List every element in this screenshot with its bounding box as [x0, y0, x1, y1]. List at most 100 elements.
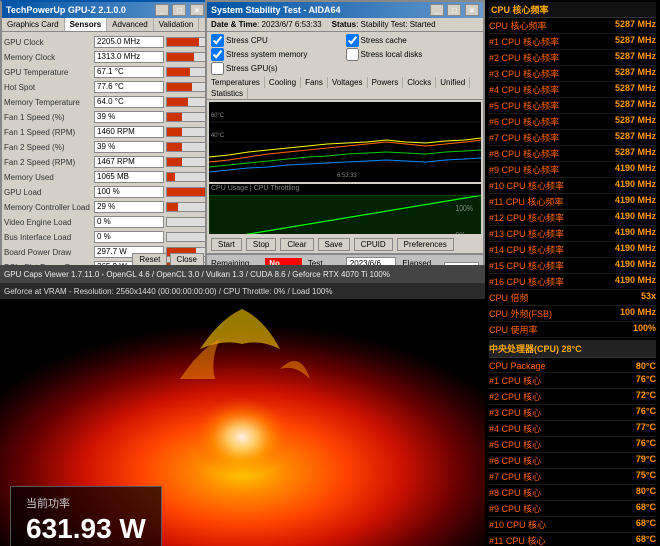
gpuz-row-label: Memory Clock — [4, 53, 94, 62]
cpu-info-row: #10 CPU 核心频率4190 MHz — [489, 178, 656, 194]
stability-tab-fans[interactable]: Fans — [301, 77, 328, 88]
gpuz-row: GPU Clock2205.0 MHz — [4, 35, 206, 49]
gpuz-tabs: Graphics CardSensorsAdvancedValidation — [2, 18, 208, 32]
test-option-stress-gpu(s)[interactable]: Stress GPU(s) — [211, 62, 345, 75]
stability-nav-start-btn[interactable]: Start — [211, 238, 242, 251]
cpu-row-value: 75°C — [636, 470, 656, 483]
stability-tab-clocks[interactable]: Clocks — [403, 77, 436, 88]
stability-nav-cpuid-btn[interactable]: CPUID — [354, 238, 393, 251]
cpu-row-value: 5287 MHz — [615, 115, 656, 128]
status-section: Status: Stability Test: Started — [332, 20, 436, 29]
test-option-checkbox[interactable] — [211, 48, 224, 61]
gpuz-bar — [166, 112, 206, 122]
cpu-row-label: #5 CPU 核心 — [489, 438, 541, 451]
gpuz-row: Memory Used1065 MB — [4, 170, 206, 184]
stability-close-btn[interactable]: × — [465, 4, 479, 16]
stability-tab-statistics[interactable]: Statistics — [207, 88, 248, 99]
gpuz-row-value: 1065 MB — [94, 171, 164, 183]
stability-tab-unified[interactable]: Unified — [436, 77, 470, 88]
stability-nav-stop-btn[interactable]: Stop — [246, 238, 276, 251]
gpuz-tab-advanced[interactable]: Advanced — [107, 18, 154, 31]
test-option-stress-cpu[interactable]: Stress CPU — [211, 34, 345, 47]
bottom-info-bar: GPU Caps Viewer 1.7.11.0 - OpenGL 4.6 / … — [0, 265, 485, 283]
cpu-info-row: #2 CPU 核心频率5287 MHz — [489, 50, 656, 66]
cpu-row-label: #16 CPU 核心频率 — [489, 275, 564, 288]
gpuz-bar — [166, 157, 206, 167]
stability-nav-bar: Start Stop Clear Save CPUID Preferences — [207, 236, 483, 254]
cpu-info-row: #11 CPU 核心68°C — [489, 533, 656, 546]
cpu-row-value: 80°C — [636, 361, 656, 371]
cpu-row-label: #11 CPU 核心 — [489, 534, 545, 546]
cpu-row-label: #9 CPU 核心 — [489, 502, 541, 515]
gpuz-row-value: 77.6 °C — [94, 81, 164, 93]
cpu-row-value: 5287 MHz — [615, 147, 656, 160]
gpuz-row: Fan 2 Speed (%)39 % — [4, 140, 206, 154]
cpu-info-row: #2 CPU 核心72°C — [489, 389, 656, 405]
svg-text:0%: 0% — [455, 231, 465, 234]
gpuz-row: GPU Load100 % — [4, 185, 206, 199]
test-option-stress-cache[interactable]: Stress cache — [346, 34, 480, 47]
main-area: TechPowerUp GPU-Z 2.1.0.0 _ □ × Graphics… — [0, 0, 485, 546]
gpuz-bar — [166, 97, 206, 107]
cpu-row-value: 68°C — [636, 518, 656, 531]
test-option-checkbox[interactable] — [211, 62, 224, 75]
gpuz-titlebar: TechPowerUp GPU-Z 2.1.0.0 _ □ × — [2, 2, 208, 18]
cpu-info-row: #3 CPU 核心76°C — [489, 405, 656, 421]
gpuz-tab-sensors[interactable]: Sensors — [65, 18, 108, 31]
cpu-row-label: #1 CPU 核心频率 — [489, 35, 559, 48]
stability-tabs: TemperaturesCoolingFansVoltagesPowersClo… — [207, 77, 483, 100]
cpu-row-value: 4190 MHz — [615, 259, 656, 272]
gpuz-title: TechPowerUp GPU-Z 2.1.0.0 — [6, 5, 126, 15]
cpu-info-row: #16 CPU 核心频率4190 MHz — [489, 274, 656, 290]
cpu-info-row: #8 CPU 核心80°C — [489, 485, 656, 501]
gpuz-tab-graphics-card[interactable]: Graphics Card — [2, 18, 65, 31]
cpu-info-row: #8 CPU 核心频率5287 MHz — [489, 146, 656, 162]
cpu-freq-header: CPU 核心频率 — [489, 2, 656, 18]
stability-nav-save-btn[interactable]: Save — [318, 238, 350, 251]
svg-text:100%: 100% — [455, 203, 473, 213]
cpu-row-value: 68°C — [636, 502, 656, 515]
gpuz-close-btn[interactable]: × — [190, 4, 204, 16]
cpu-row-label: #10 CPU 核心 — [489, 518, 546, 531]
cpu-row-label: #13 CPU 核心频率 — [489, 227, 564, 240]
stability-tab-cooling[interactable]: Cooling — [265, 77, 301, 88]
stability-minimize-btn[interactable]: _ — [430, 4, 444, 16]
test-option-checkbox[interactable] — [346, 34, 359, 47]
datetime-section: Date & Time: 2023/6/7 6:53:33 — [211, 20, 322, 29]
stability-tab-temperatures[interactable]: Temperatures — [207, 77, 265, 88]
cpu-row-value: 72°C — [636, 390, 656, 403]
cpu-info-row: #14 CPU 核心频率4190 MHz — [489, 242, 656, 258]
test-option-checkbox[interactable] — [346, 48, 359, 61]
gpuz-bar — [166, 67, 206, 77]
stability-nav-clear-btn[interactable]: Clear — [280, 238, 313, 251]
cpu-row-value: 53x — [641, 291, 656, 304]
gpuz-bar — [166, 217, 206, 227]
temperature-graph: 60°C 40°C 6:53:33 — [209, 102, 481, 182]
cpu-info-row: #5 CPU 核心频率5287 MHz — [489, 98, 656, 114]
stability-maximize-btn[interactable]: □ — [447, 4, 461, 16]
stability-nav-preferences-btn[interactable]: Preferences — [397, 238, 454, 251]
stability-tab-voltages[interactable]: Voltages — [328, 77, 368, 88]
cpu-row-label: CPU 外频(FSB) — [489, 307, 552, 320]
gpuz-row-label: Memory Temperature — [4, 98, 94, 107]
cpu-row-value: 80°C — [636, 486, 656, 499]
gpuz-bar — [166, 37, 206, 47]
cpu-info-row: #13 CPU 核心频率4190 MHz — [489, 226, 656, 242]
cpu-row-label: CPU 使用率 — [489, 323, 538, 336]
test-option-stress-system-memory[interactable]: Stress system memory — [211, 48, 345, 61]
gpuz-row: Memory Clock1313.0 MHz — [4, 50, 206, 64]
test-option-stress-local-disks[interactable]: Stress local disks — [346, 48, 480, 61]
test-option-checkbox[interactable] — [211, 34, 224, 47]
gpu-caps-bar: Geforce at VRAM - Resolution: 2560x1440 … — [0, 283, 485, 299]
gpuz-row-label: Fan 1 Speed (RPM) — [4, 128, 94, 137]
gpuz-maximize-btn[interactable]: □ — [172, 4, 186, 16]
gpuz-minimize-btn[interactable]: _ — [155, 4, 169, 16]
gpuz-tab-validation[interactable]: Validation — [154, 18, 200, 31]
cpu-row-label: #6 CPU 核心 — [489, 454, 541, 467]
cpu-row-value: 5287 MHz — [615, 19, 656, 32]
svg-text:6:53:33: 6:53:33 — [337, 173, 357, 179]
stability-titlebar: System Stability Test - AIDA64 _ □ × — [207, 2, 483, 18]
cpu-row-label: #11 CPU 核心频率 — [489, 195, 563, 208]
cpu-row-label: #7 CPU 核心频率 — [489, 131, 559, 144]
stability-tab-powers[interactable]: Powers — [368, 77, 404, 88]
